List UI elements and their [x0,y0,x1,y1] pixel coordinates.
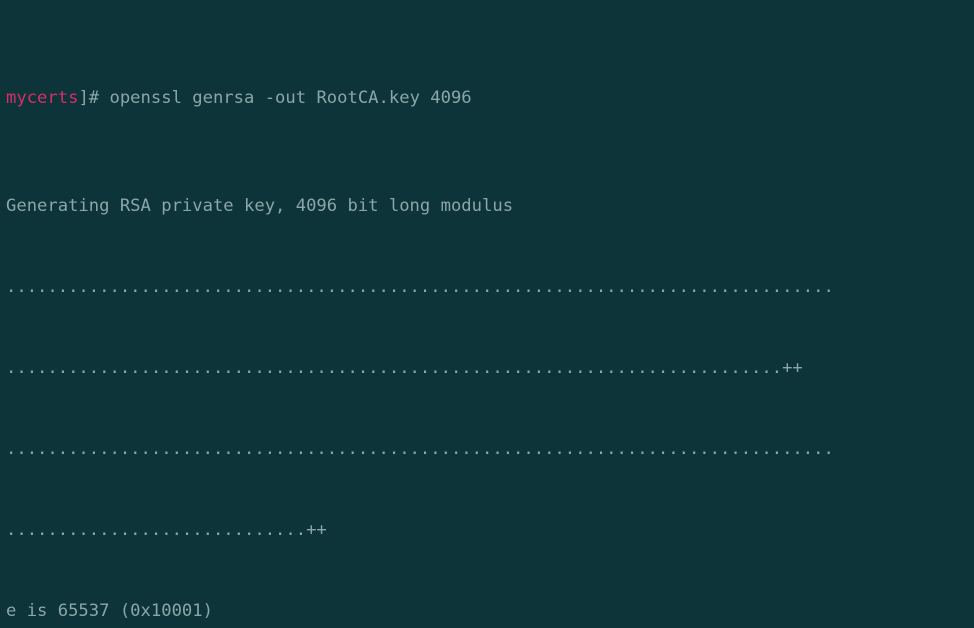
command-1: openssl genrsa -out RootCA.key 4096 [109,88,471,108]
output-line: ........................................… [6,355,968,382]
output-line: ........................................… [6,436,968,463]
output-line: ........................................… [6,274,968,301]
prompt-sep: ]# [78,88,109,108]
output-line: .............................++ [6,517,968,544]
terminal[interactable]: mycerts]# openssl genrsa -out RootCA.key… [0,0,974,628]
prompt-line-1: mycerts]# openssl genrsa -out RootCA.key… [6,85,968,112]
prompt-dir: mycerts [6,88,78,108]
output-line: Generating RSA private key, 4096 bit lon… [6,193,968,220]
output-line: e is 65537 (0x10001) [6,598,968,625]
